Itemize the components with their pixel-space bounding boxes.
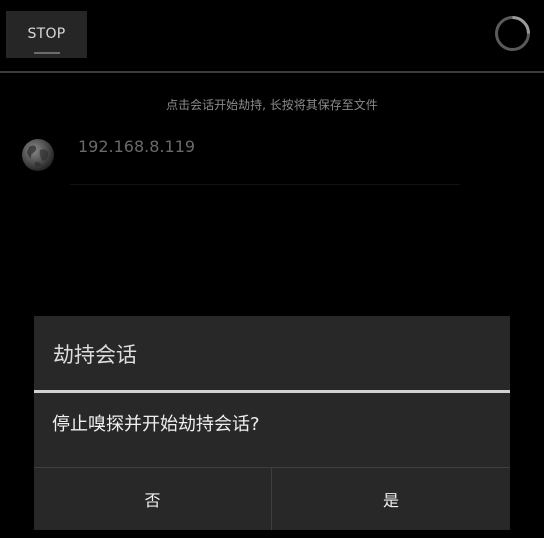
dialog-title: 劫持会话 <box>53 343 137 367</box>
header-divider <box>0 71 544 73</box>
dialog-message: 停止嗅探并开始劫持会话? <box>52 414 260 435</box>
stop-button-underline <box>34 52 60 54</box>
stop-button[interactable]: STOP <box>6 11 87 58</box>
hint-text: 点击会话开始劫持, 长按将其保存至文件 <box>166 98 378 112</box>
host-ip: 192.168.8.119 <box>78 137 196 156</box>
yes-button[interactable]: 是 <box>272 468 510 530</box>
globe-icon <box>22 139 54 171</box>
loading-spinner-icon <box>495 16 530 51</box>
hijack-session-dialog: 劫持会话 停止嗅探并开始劫持会话? 否 是 <box>34 316 510 530</box>
stop-button-label: STOP <box>27 26 66 42</box>
list-divider <box>70 184 460 185</box>
host-list-item[interactable]: 192.168.8.119 <box>0 128 544 184</box>
dialog-title-divider <box>34 390 510 393</box>
no-button[interactable]: 否 <box>34 468 271 530</box>
